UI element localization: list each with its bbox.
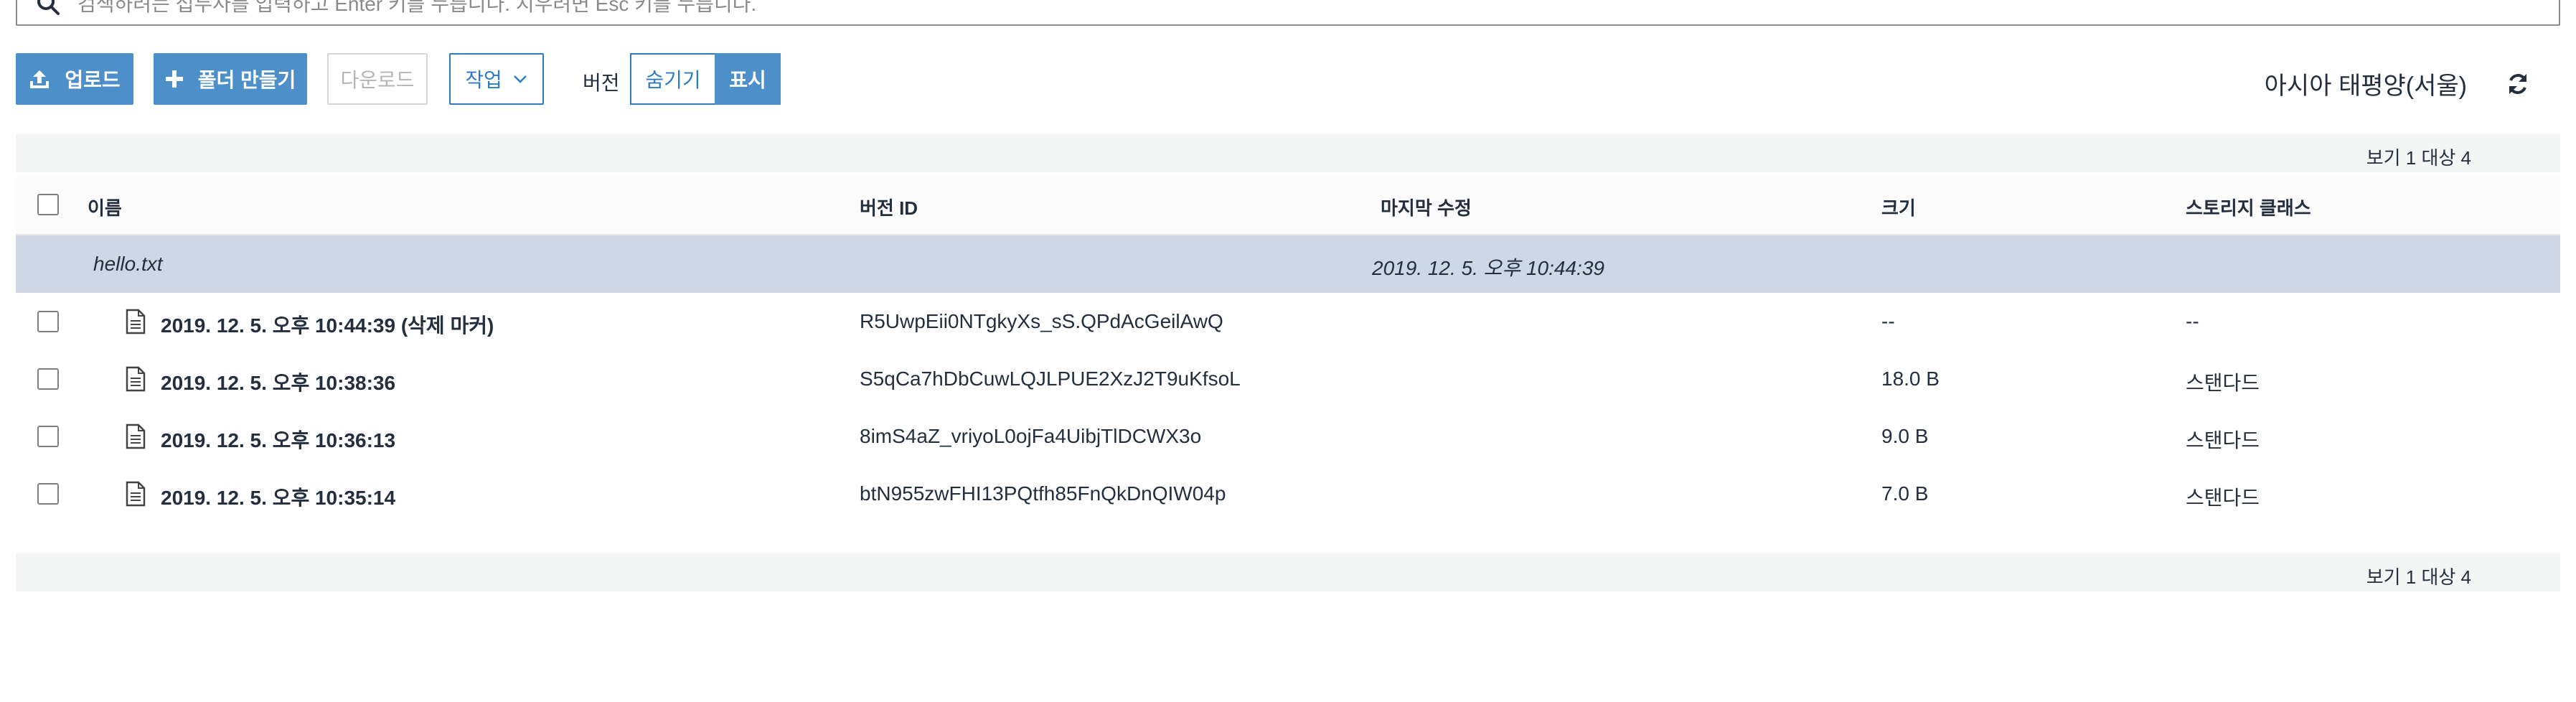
pager-status: 보기 1 대상 4 (2366, 566, 2471, 588)
row-checkbox[interactable] (37, 311, 59, 332)
version-size: 18.0 B (1881, 368, 1940, 390)
object-group-row[interactable]: hello.txt 2019. 12. 5. 오후 10:44:39 (16, 235, 2560, 293)
table-row[interactable]: 2019. 12. 5. 오후 10:38:36 S5qCa7hDbCuwLQJ… (16, 350, 2560, 408)
upload-icon (30, 70, 50, 88)
table-header: 이름 버전 ID 마지막 수정 크기 스토리지 클래스 (16, 177, 2560, 235)
column-size[interactable]: 크기 (1881, 194, 1916, 220)
search-placeholder: 검색하려는 접두사를 입력하고 Enter 키를 누릅니다. 지우려면 Esc … (77, 0, 757, 15)
version-storage-class: 스탠다드 (2186, 372, 2260, 394)
select-all-checkbox[interactable] (37, 194, 59, 215)
chevron-down-icon (513, 75, 527, 83)
file-icon (126, 423, 146, 449)
download-label: 다운로드 (340, 69, 415, 91)
create-folder-button[interactable]: 폴더 만들기 (154, 53, 307, 105)
table-row[interactable]: 2019. 12. 5. 오후 10:35:14 btN955zwFHI13PQ… (16, 465, 2560, 523)
version-id: 8imS4aZ_vriyoL0ojFa4UibjTlDCWX3o (860, 425, 1202, 447)
version-name[interactable]: 2019. 12. 5. 오후 10:35:14 (161, 482, 395, 511)
show-versions-button[interactable]: 표시 (715, 53, 781, 105)
actions-label: 작업 (465, 69, 502, 91)
region-selector[interactable]: 아시아 태평양(서울) (2265, 66, 2467, 101)
table-row[interactable]: 2019. 12. 5. 오후 10:36:13 8imS4aZ_vriyoL0… (16, 408, 2560, 465)
version-storage-class: -- (2186, 310, 2199, 332)
toolbar: 업로드 폴더 만들기 다운로드 작업 버전 숨기기 표시 아시아 태평양(서울) (16, 53, 2560, 105)
version-name[interactable]: 2019. 12. 5. 오후 10:38:36 (161, 368, 395, 396)
upload-button[interactable]: 업로드 (16, 53, 133, 105)
column-last-modified[interactable]: 마지막 수정 (1381, 194, 1472, 220)
row-checkbox[interactable] (37, 483, 59, 505)
version-id: btN955zwFHI13PQtfh85FnQkDnQIW04p (860, 482, 1226, 505)
version-size: -- (1881, 310, 1895, 332)
version-name[interactable]: 2019. 12. 5. 오후 10:44:39 (삭제 마커) (161, 310, 494, 339)
version-size: 9.0 B (1881, 425, 1929, 447)
upload-label: 업로드 (65, 69, 121, 91)
version-toggle: 숨기기 표시 (630, 53, 781, 105)
actions-dropdown[interactable]: 작업 (449, 53, 544, 105)
object-last-modified: 2019. 12. 5. 오후 10:44:39 (1372, 257, 1604, 279)
file-icon (126, 366, 146, 392)
create-folder-label: 폴더 만들기 (197, 69, 296, 91)
pager-top: 보기 1 대상 4 (16, 134, 2560, 172)
search-input[interactable]: 검색하려는 접두사를 입력하고 Enter 키를 누릅니다. 지우려면 Esc … (16, 0, 2560, 26)
pager-status: 보기 1 대상 4 (2366, 147, 2471, 169)
hide-versions-button[interactable]: 숨기기 (630, 53, 715, 105)
file-icon (126, 481, 146, 507)
refresh-icon[interactable] (2506, 72, 2530, 96)
version-size: 7.0 B (1881, 482, 1929, 505)
version-name[interactable]: 2019. 12. 5. 오후 10:36:13 (161, 425, 395, 454)
version-storage-class: 스탠다드 (2186, 487, 2260, 509)
column-storage-class[interactable]: 스토리지 클래스 (2186, 194, 2311, 220)
version-id: R5UwpEii0NTgkyXs_sS.QPdAcGeilAwQ (860, 310, 1223, 332)
search-icon (36, 0, 60, 16)
object-name: hello.txt (93, 253, 163, 275)
column-name[interactable]: 이름 (88, 194, 122, 220)
row-checkbox[interactable] (37, 426, 59, 447)
download-button[interactable]: 다운로드 (327, 53, 428, 105)
version-id: S5qCa7hDbCuwLQJLPUE2XzJ2T9uKfsoL (860, 368, 1241, 390)
plus-icon (165, 70, 183, 88)
table-row[interactable]: 2019. 12. 5. 오후 10:44:39 (삭제 마커) R5UwpEi… (16, 293, 2560, 350)
version-storage-class: 스탠다드 (2186, 429, 2260, 451)
file-icon (126, 309, 146, 334)
column-version-id[interactable]: 버전 ID (860, 194, 918, 220)
version-label: 버전 (583, 72, 620, 94)
versions-table: 이름 버전 ID 마지막 수정 크기 스토리지 클래스 hello.txt 20… (16, 177, 2560, 523)
pager-bottom: 보기 1 대상 4 (16, 553, 2560, 591)
row-checkbox[interactable] (37, 368, 59, 390)
